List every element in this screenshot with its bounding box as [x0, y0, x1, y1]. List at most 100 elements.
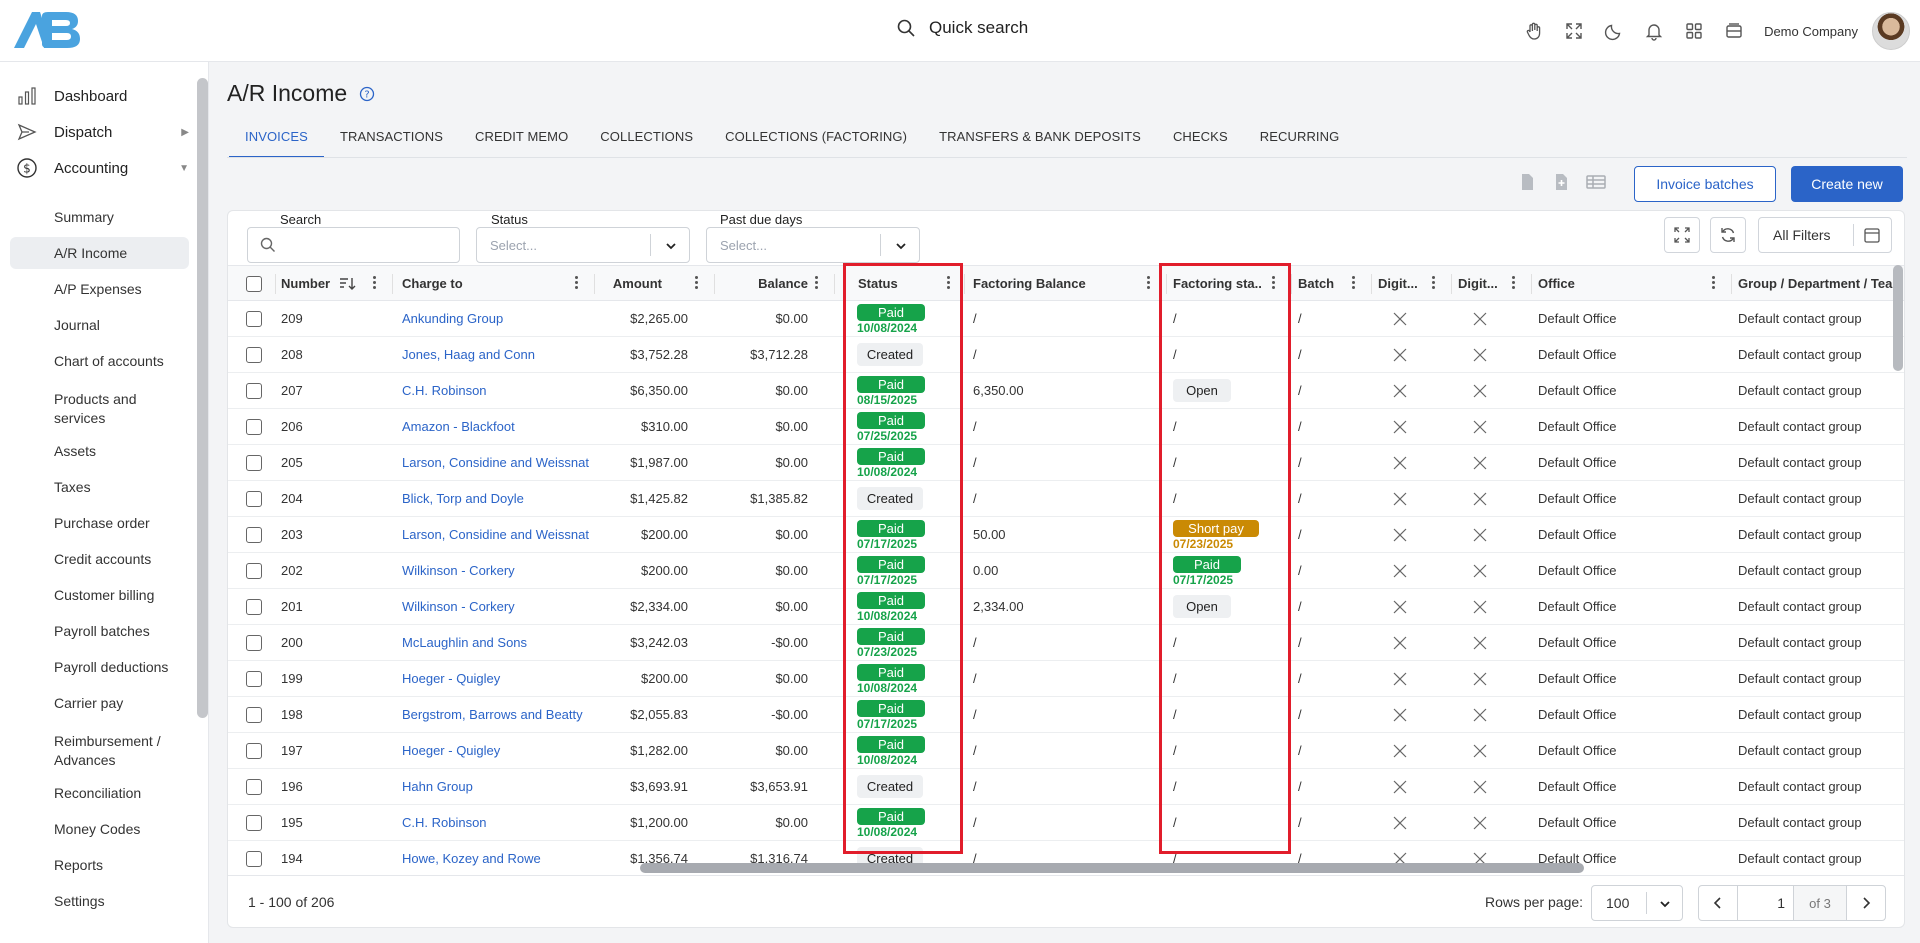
charge-to-link[interactable]: McLaughlin and Sons	[402, 625, 592, 660]
row-checkbox[interactable]	[246, 589, 262, 624]
sidebar-sub-payroll-deductions[interactable]: Payroll deductions	[10, 651, 189, 683]
charge-to-link[interactable]: Jones, Haag and Conn	[402, 337, 592, 372]
charge-to-link[interactable]: Larson, Considine and Weissnat	[402, 517, 592, 552]
page-number-input[interactable]: 1	[1737, 886, 1793, 920]
column-menu-icon[interactable]	[1432, 276, 1436, 290]
table-row[interactable]: 202 Wilkinson - Corkery $200.00 $0.00 Paid 07…	[228, 553, 1904, 589]
apps-grid-icon[interactable]	[1674, 11, 1714, 51]
charge-to-link[interactable]: Blick, Torp and Doyle	[402, 481, 592, 516]
sort-icon[interactable]	[339, 276, 357, 292]
col-factoring-balance[interactable]: Factoring Balance	[973, 266, 1086, 301]
row-checkbox[interactable]	[246, 409, 262, 444]
sidebar-sub-reconciliation[interactable]: Reconciliation	[10, 777, 189, 809]
column-menu-icon[interactable]	[1352, 276, 1356, 290]
horizontal-scrollbar[interactable]	[640, 863, 1584, 873]
table-row[interactable]: 204 Blick, Torp and Doyle $1,425.82 $1,385.…	[228, 481, 1904, 517]
col-charge-to[interactable]: Charge to	[402, 266, 463, 301]
charge-to-link[interactable]: C.H. Robinson	[402, 805, 592, 840]
expand-table-button[interactable]	[1664, 217, 1700, 253]
status-select[interactable]: Select...	[476, 227, 690, 263]
column-menu-icon[interactable]	[815, 276, 819, 290]
col-group[interactable]: Group / Department / Team	[1738, 266, 1898, 301]
sidebar-sub-customer-billing[interactable]: Customer billing	[10, 579, 189, 611]
sidebar-sub-purchase-order[interactable]: Purchase order	[10, 507, 189, 539]
row-checkbox[interactable]	[246, 805, 262, 840]
sidebar-sub-reports[interactable]: Reports	[10, 849, 189, 881]
sidebar-item-dispatch[interactable]: Dispatch ▶	[0, 114, 195, 150]
row-checkbox[interactable]	[246, 481, 262, 516]
invoice-batches-button[interactable]: Invoice batches	[1634, 166, 1776, 202]
sidebar-sub-chart-of-accounts[interactable]: Chart of accounts	[10, 345, 189, 377]
table-row[interactable]: 200 McLaughlin and Sons $3,242.03 -$0.00 Pai…	[228, 625, 1904, 661]
col-number[interactable]: Number	[281, 266, 330, 301]
table-row[interactable]: 205 Larson, Considine and Weissnat $1,987.…	[228, 445, 1904, 481]
col-status[interactable]: Status	[858, 266, 898, 301]
sidebar-sub-journal[interactable]: Journal	[10, 309, 189, 341]
pdf-icon[interactable]	[1517, 172, 1537, 192]
column-menu-icon[interactable]	[575, 276, 579, 290]
fullscreen-icon[interactable]	[1554, 11, 1594, 51]
sidebar-item-accounting[interactable]: $ Accounting ▼	[0, 150, 195, 186]
table-row[interactable]: 199 Hoeger - Quigley $200.00 $0.00 Paid 10/08…	[228, 661, 1904, 697]
sidebar-item-dashboard[interactable]: Dashboard	[0, 78, 195, 114]
sidebar-scrollbar[interactable]	[197, 78, 208, 718]
sidebar-sub-settings[interactable]: Settings	[10, 885, 189, 917]
row-checkbox[interactable]	[246, 445, 262, 480]
charge-to-link[interactable]: Hoeger - Quigley	[402, 661, 592, 696]
quick-search[interactable]: Quick search	[897, 18, 1028, 38]
table-row[interactable]: 197 Hoeger - Quigley $1,282.00 $0.00 Paid 10/…	[228, 733, 1904, 769]
past-due-select[interactable]: Select...	[706, 227, 920, 263]
row-checkbox[interactable]	[246, 697, 262, 732]
drawer-icon[interactable]	[1714, 11, 1754, 51]
table-row[interactable]: 201 Wilkinson - Corkery $2,334.00 $0.00 Paid…	[228, 589, 1904, 625]
charge-to-link[interactable]: Hahn Group	[402, 769, 592, 804]
charge-to-link[interactable]: Amazon - Blackfoot	[402, 409, 592, 444]
col-balance[interactable]: Balance	[714, 266, 808, 301]
tab-transfers-bank-deposits[interactable]: TRANSFERS & BANK DEPOSITS	[923, 122, 1157, 158]
search-input[interactable]	[247, 227, 460, 263]
row-checkbox[interactable]	[246, 841, 262, 873]
sidebar-sub-ar-income[interactable]: A/R Income	[10, 237, 189, 269]
column-menu-icon[interactable]	[373, 276, 377, 290]
column-menu-icon[interactable]	[1272, 276, 1276, 290]
charge-to-link[interactable]: C.H. Robinson	[402, 373, 592, 408]
sidebar-sub-credit-accounts[interactable]: Credit accounts	[10, 543, 189, 575]
col-digital-1[interactable]: Digit...	[1378, 266, 1418, 301]
table-view-icon[interactable]	[1585, 172, 1607, 192]
charge-to-link[interactable]: Howe, Kozey and Rowe	[402, 841, 592, 873]
table-row[interactable]: 206 Amazon - Blackfoot $310.00 $0.00 Paid 07/…	[228, 409, 1904, 445]
table-row[interactable]: 203 Larson, Considine and Weissnat $200.00…	[228, 517, 1904, 553]
column-menu-icon[interactable]	[1512, 276, 1516, 290]
select-all-checkbox[interactable]	[246, 266, 262, 301]
sidebar-sub-money-codes[interactable]: Money Codes	[10, 813, 189, 845]
sidebar-sub-payroll-batches[interactable]: Payroll batches	[10, 615, 189, 647]
sidebar-sub-carrier-pay[interactable]: Carrier pay	[10, 687, 189, 719]
row-checkbox[interactable]	[246, 769, 262, 804]
row-checkbox[interactable]	[246, 733, 262, 768]
row-checkbox[interactable]	[246, 301, 262, 336]
tab-collections-factoring[interactable]: COLLECTIONS (FACTORING)	[709, 122, 923, 158]
bell-icon[interactable]	[1634, 11, 1674, 51]
column-menu-icon[interactable]	[695, 276, 699, 290]
company-logo[interactable]	[12, 8, 82, 52]
column-menu-icon[interactable]	[1712, 276, 1716, 290]
document-add-icon[interactable]	[1551, 172, 1571, 192]
table-row[interactable]: 209 Ankunding Group $2,265.00 $0.00 Paid 10/0…	[228, 301, 1904, 337]
table-row[interactable]: 198 Bergstrom, Barrows and Beatty $2,055.8…	[228, 697, 1904, 733]
sidebar-sub-reimbursement[interactable]: Reimbursement / Advances	[10, 729, 189, 773]
sidebar-sub-summary[interactable]: Summary	[10, 201, 189, 233]
row-checkbox[interactable]	[246, 337, 262, 372]
tab-recurring[interactable]: RECURRING	[1244, 122, 1356, 158]
all-filters-button[interactable]: All Filters	[1758, 217, 1892, 253]
tab-credit-memo[interactable]: CREDIT MEMO	[459, 122, 584, 158]
vertical-scrollbar[interactable]	[1893, 265, 1903, 371]
sidebar-sub-assets[interactable]: Assets	[10, 435, 189, 467]
row-checkbox[interactable]	[246, 661, 262, 696]
sidebar-sub-taxes[interactable]: Taxes	[10, 471, 189, 503]
prev-page-button[interactable]	[1699, 886, 1737, 920]
avatar[interactable]	[1872, 12, 1910, 50]
rows-per-page-select[interactable]: 100	[1591, 885, 1683, 921]
refresh-button[interactable]	[1710, 217, 1746, 253]
charge-to-link[interactable]: Larson, Considine and Weissnat	[402, 445, 592, 480]
sidebar-sub-ap-expenses[interactable]: A/P Expenses	[10, 273, 189, 305]
